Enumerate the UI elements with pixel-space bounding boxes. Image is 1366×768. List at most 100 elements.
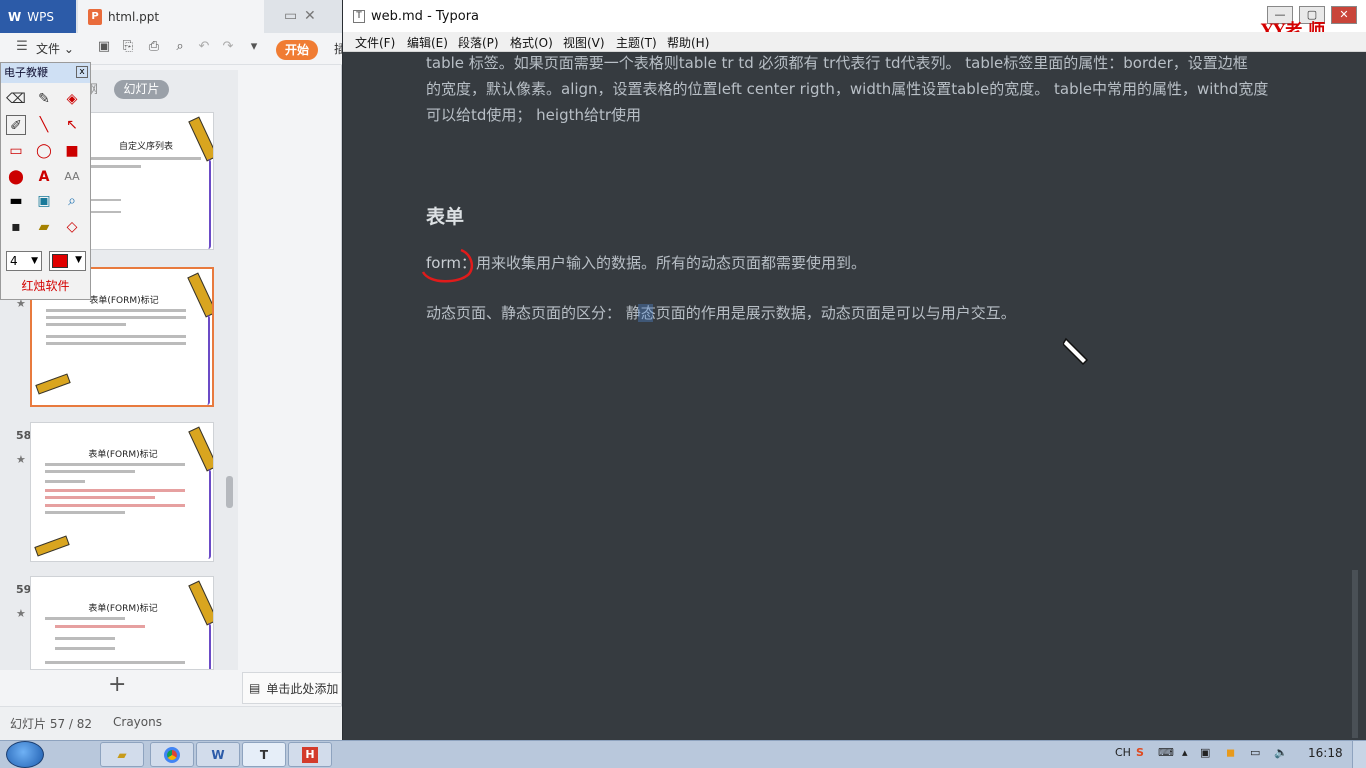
print-icon[interactable]: ⎙ xyxy=(146,39,162,55)
file-menu[interactable]: 文件 ⌄ xyxy=(36,40,74,57)
magnifier-icon[interactable]: ⌕ xyxy=(62,191,82,211)
palette-close-icon[interactable]: x xyxy=(76,66,88,78)
more-dropdown-icon[interactable]: ▾ xyxy=(246,39,262,55)
save-icon[interactable]: ▪ xyxy=(6,217,26,237)
squiggle-decoration xyxy=(205,623,211,669)
pen-size-value: 4 xyxy=(10,254,18,268)
typora-taskbar-icon[interactable]: T xyxy=(242,742,286,767)
wps-logo-icon: W xyxy=(8,9,22,24)
wps-home-label: WPS xyxy=(27,9,54,24)
filled-ellipse-icon[interactable]: ⬤ xyxy=(6,167,26,187)
text-line xyxy=(46,323,126,326)
menu-view[interactable]: 视图(V) xyxy=(563,34,605,51)
black-bar-icon[interactable]: ▬ xyxy=(6,191,26,211)
document-tab-label: html.ppt xyxy=(108,9,160,24)
pen-color-select[interactable]: ▼ xyxy=(49,251,86,271)
redo-icon[interactable]: ↷ xyxy=(220,39,236,55)
section-heading[interactable]: 表单 xyxy=(426,202,464,229)
chevron-down-icon: ▼ xyxy=(75,255,82,265)
filled-rectangle-icon[interactable]: ■ xyxy=(62,141,82,161)
eraser-diamond-icon[interactable]: ◇ xyxy=(62,217,82,237)
volume-icon[interactable]: 🔈 xyxy=(1274,746,1288,759)
wps-home-tab[interactable]: W WPS xyxy=(0,0,76,33)
notes-area[interactable]: ▤ 单击此处添加 xyxy=(242,672,342,704)
typora-app-icon: T xyxy=(353,10,365,23)
clear-icon[interactable]: ◈ xyxy=(62,89,82,109)
open-folder-icon[interactable]: ▰ xyxy=(34,217,54,237)
notification-tray-icon[interactable]: ◼ xyxy=(1226,746,1235,759)
format-painter-icon[interactable]: ⎘ xyxy=(120,39,136,55)
slide-thumbnail[interactable]: 表单(FORM)标记 xyxy=(30,422,214,562)
theme-name[interactable]: Crayons xyxy=(113,715,162,729)
network-tray-icon[interactable]: ▣ xyxy=(1200,746,1210,759)
paragraph-line[interactable]: 可以给td使用； heigth给tr使用 xyxy=(426,102,641,128)
text-line xyxy=(45,504,185,507)
text-tool-icon[interactable]: A xyxy=(34,167,54,187)
chevron-down-icon: ▼ xyxy=(31,256,38,266)
menu-format[interactable]: 格式(O) xyxy=(510,34,553,51)
close-tab-icon[interactable]: ✕ xyxy=(304,8,316,24)
ime-settings-icon[interactable]: ⌨ xyxy=(1158,746,1174,759)
slide-panel-scrollbar[interactable] xyxy=(226,476,233,508)
crayon-decoration xyxy=(35,373,71,395)
display-tray-icon[interactable]: ▭ xyxy=(1250,746,1260,759)
menu-edit[interactable]: 编辑(E) xyxy=(407,34,448,51)
form-description: 用来收集用户输入的数据。所有的动态页面都需要使用到。 xyxy=(475,254,866,272)
paragraph-line[interactable]: table 标签。如果页面需要一个表格则table tr td 必须都有 tr代… xyxy=(426,50,1248,76)
chrome-taskbar-icon[interactable] xyxy=(150,742,194,767)
crayon-decoration xyxy=(34,535,70,557)
wps-status-bar: 幻灯片 57 / 82 Crayons xyxy=(0,706,342,740)
start-tab-button[interactable]: 开始 xyxy=(276,40,318,60)
system-clock[interactable]: 16:18 xyxy=(1308,746,1343,760)
add-slide-icon[interactable]: + xyxy=(108,672,126,697)
undo-icon[interactable]: ↶ xyxy=(196,39,212,55)
wps-taskbar-icon[interactable]: W xyxy=(196,742,240,767)
slide-title: 表单(FORM)标记 xyxy=(88,450,158,460)
arrow-icon[interactable]: ↖ xyxy=(62,115,82,135)
eraser-icon[interactable]: ⌫ xyxy=(6,89,26,109)
font-size-icon[interactable]: AA xyxy=(62,167,82,187)
menu-file[interactable]: 文件(F) xyxy=(355,34,395,51)
text-line xyxy=(55,625,145,628)
menu-paragraph[interactable]: 段落(P) xyxy=(458,34,499,51)
paragraph-line[interactable]: 的宽度，默认像素。align，设置表格的位置left center rigth，… xyxy=(426,76,1268,102)
editor-scrollbar[interactable] xyxy=(1352,570,1358,738)
restore-icon[interactable]: ▭ xyxy=(284,8,297,24)
pointer-tool-palette: 电子教鞭 x ⌫ ✎ ◈ ✐ ╲ ↖ ▭ ◯ ■ ⬤ A AA ▬ ▣ ⌕ ▪ … xyxy=(0,62,91,300)
menu-help[interactable]: 帮助(H) xyxy=(667,34,709,51)
print-preview-icon[interactable]: ⌕ xyxy=(172,39,188,55)
comment-icon: ▤ xyxy=(249,681,261,695)
dropper-icon[interactable]: ✎ xyxy=(34,89,54,109)
text-line xyxy=(46,335,186,338)
wps-tab-bar: W WPS P html.ppt ▭ ✕ xyxy=(0,0,342,33)
menu-theme[interactable]: 主题(T) xyxy=(616,34,657,51)
typora-title-bar: T web.md - Typora — ▢ ✕ YY老 师 xyxy=(343,0,1366,41)
sogou-ime-icon[interactable]: S xyxy=(1136,746,1144,759)
text-line xyxy=(91,211,121,213)
rectangle-icon[interactable]: ▭ xyxy=(6,141,26,161)
animation-star-icon: ★ xyxy=(16,453,26,466)
text-line xyxy=(45,617,125,620)
slide-counter: 幻灯片 57 / 82 xyxy=(10,717,93,731)
text-line xyxy=(45,661,185,664)
slides-tab[interactable]: 幻灯片 xyxy=(114,80,169,99)
hamburger-menu-icon[interactable]: ☰ xyxy=(14,39,30,55)
static-dynamic-paragraph[interactable]: 动态页面、静态页面的区分： 静态页面的作用是展示数据，动态页面是可以与用户交互。 xyxy=(426,300,1016,326)
pen-icon[interactable]: ✐ xyxy=(6,115,26,135)
close-button[interactable]: ✕ xyxy=(1331,6,1357,24)
show-hidden-icons[interactable]: ▴ xyxy=(1182,746,1188,759)
screen-capture-icon[interactable]: ▣ xyxy=(34,191,54,211)
windows-start-button[interactable] xyxy=(6,741,44,768)
input-language[interactable]: CH xyxy=(1115,746,1131,759)
form-paragraph[interactable]: form：用来收集用户输入的数据。所有的动态页面都需要使用到。 xyxy=(426,250,866,276)
slide-thumbnail[interactable]: 表单(FORM)标记 xyxy=(30,576,214,670)
line-icon[interactable]: ╲ xyxy=(34,115,54,135)
palette-vendor: 红烛软件 xyxy=(21,279,70,293)
pen-size-select[interactable]: 4 ▼ xyxy=(6,251,42,271)
save-icon[interactable]: ▣ xyxy=(96,39,112,55)
hbuilder-taskbar-icon[interactable]: H xyxy=(288,742,332,767)
document-tab[interactable]: P html.ppt xyxy=(78,0,264,33)
ellipse-icon[interactable]: ◯ xyxy=(34,141,54,161)
show-desktop-button[interactable] xyxy=(1352,741,1366,768)
explorer-taskbar-icon[interactable]: ▰ xyxy=(100,742,144,767)
